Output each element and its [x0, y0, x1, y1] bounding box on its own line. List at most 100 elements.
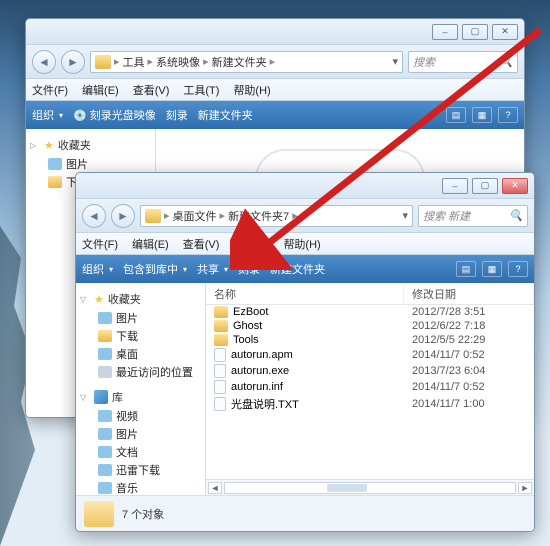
file-date: 2012/6/22 7:18 [404, 320, 534, 332]
sidebar-favorites-header[interactable]: ★收藏夹 [30, 135, 151, 155]
folder-icon [214, 334, 228, 346]
content-front: 名称 修改日期 EzBoot2012/7/28 3:51Ghost 2012/6/… [206, 283, 534, 495]
sidebar-favorites-header[interactable]: ★收藏夹 [80, 289, 201, 309]
file-row[interactable]: 光盘说明.TXT 2014/11/7 1:00 [206, 395, 534, 413]
close-button[interactable]: ✕ [502, 178, 528, 194]
file-icon [214, 397, 226, 411]
file-date: 2013/7/23 6:04 [404, 365, 534, 377]
maximize-button[interactable]: ▢ [472, 178, 498, 194]
menu-view[interactable]: 查看(V) [183, 236, 220, 252]
menu-edit[interactable]: 编辑(E) [82, 82, 119, 98]
view-options-icon[interactable]: ▤ [456, 261, 476, 277]
nav-bar-front: ◄ ► ▸ 桌面文件 ▸ 新建文件夹7 ▸ ▾ 搜索 新建 🔍 [76, 199, 534, 233]
menu-help[interactable]: 帮助(H) [233, 82, 270, 98]
item-icon [98, 330, 112, 342]
menu-file[interactable]: 文件(F) [82, 236, 118, 252]
file-row[interactable]: autorun.exe2013/7/23 6:04 [206, 363, 534, 379]
file-icon [214, 364, 226, 378]
scroll-left-icon[interactable]: ◄ [208, 482, 222, 494]
back-button[interactable]: ◄ [82, 204, 106, 228]
burn-image-button[interactable]: 💿 刻录光盘映像 [73, 107, 156, 123]
scroll-track[interactable] [224, 482, 516, 494]
sidebar-item[interactable]: 图片 [98, 309, 201, 327]
file-date: 2012/5/5 22:29 [404, 334, 534, 346]
new-folder-button[interactable]: 新建文件夹 [270, 261, 325, 277]
titlebar-back[interactable]: – ▢ ✕ [26, 19, 524, 45]
burn-button[interactable]: 刻录 [166, 107, 188, 123]
pictures-icon [48, 158, 62, 170]
crumb-part[interactable]: 新建文件夹7 [228, 208, 289, 224]
search-input-back[interactable]: 搜索 🔍 [408, 51, 518, 73]
sidebar-item-label: 图片 [116, 426, 138, 442]
file-row[interactable]: autorun.inf2014/11/7 0:52 [206, 379, 534, 395]
search-icon: 🔍 [499, 55, 513, 68]
file-date: 2014/11/7 1:00 [404, 398, 534, 410]
view-options-icon[interactable]: ▤ [446, 107, 466, 123]
close-button[interactable]: ✕ [492, 24, 518, 40]
nav-bar-back: ◄ ► ▸ 工具 ▸ 系统映像 ▸ 新建文件夹 ▸ ▾ 搜索 🔍 [26, 45, 524, 79]
crumb-part[interactable]: 桌面文件 [173, 208, 217, 224]
preview-pane-icon[interactable]: ▦ [482, 261, 502, 277]
file-row[interactable]: Ghost 2012/6/22 7:18 [206, 319, 534, 333]
menu-file[interactable]: 文件(F) [32, 82, 68, 98]
folder-icon [214, 306, 228, 318]
preview-pane-icon[interactable]: ▦ [472, 107, 492, 123]
sidebar-item[interactable]: 视频 [98, 407, 201, 425]
toolbar-front: 组织 包含到库中 共享 刻录 新建文件夹 ▤ ▦ ? [76, 255, 534, 283]
new-folder-button[interactable]: 新建文件夹 [198, 107, 253, 123]
forward-button[interactable]: ► [111, 204, 135, 228]
file-row[interactable]: Tools2012/5/5 22:29 [206, 333, 534, 347]
sidebar-item-pictures[interactable]: 图片 [48, 155, 151, 173]
sidebar-front: ★收藏夹 图片下载桌面最近访问的位置 库 视频图片文档迅雷下载音乐 [76, 283, 206, 495]
menu-help[interactable]: 帮助(H) [283, 236, 320, 252]
sidebar-item[interactable]: 下载 [98, 327, 201, 345]
file-row[interactable]: EzBoot2012/7/28 3:51 [206, 305, 534, 319]
scroll-thumb[interactable] [327, 484, 367, 492]
file-row[interactable]: autorun.apm2014/11/7 0:52 [206, 347, 534, 363]
file-name: 光盘说明.TXT [231, 396, 299, 412]
folder-icon [145, 209, 161, 223]
crumb-part[interactable]: 工具 [123, 54, 145, 70]
menu-edit[interactable]: 编辑(E) [132, 236, 169, 252]
minimize-button[interactable]: – [442, 178, 468, 194]
menu-view[interactable]: 查看(V) [133, 82, 170, 98]
back-button[interactable]: ◄ [32, 50, 56, 74]
file-date: 2014/11/7 0:52 [404, 349, 534, 361]
horizontal-scrollbar[interactable]: ◄ ► [206, 479, 534, 495]
organize-button[interactable]: 组织 [32, 107, 63, 123]
libraries-label: 库 [112, 389, 123, 405]
file-list[interactable]: EzBoot2012/7/28 3:51Ghost 2012/6/22 7:18T… [206, 305, 534, 479]
sidebar-item[interactable]: 桌面 [98, 345, 201, 363]
column-name[interactable]: 名称 [206, 283, 404, 304]
search-input-front[interactable]: 搜索 新建 🔍 [418, 205, 528, 227]
breadcrumb-back[interactable]: ▸ 工具 ▸ 系统映像 ▸ 新建文件夹 ▸ ▾ [90, 51, 403, 73]
column-date[interactable]: 修改日期 [404, 283, 534, 304]
crumb-dropdown-icon[interactable]: ▾ [402, 209, 408, 222]
sidebar-item[interactable]: 最近访问的位置 [98, 363, 201, 381]
include-library-button[interactable]: 包含到库中 [123, 261, 187, 277]
scroll-right-icon[interactable]: ► [518, 482, 532, 494]
minimize-button[interactable]: – [432, 24, 458, 40]
sidebar-libraries-header[interactable]: 库 [80, 387, 201, 407]
menu-tools[interactable]: 工具(T) [233, 236, 269, 252]
crumb-part[interactable]: 系统映像 [156, 54, 200, 70]
sidebar-item[interactable]: 迅雷下载 [98, 461, 201, 479]
sidebar-item-label: 图片 [116, 310, 138, 326]
burn-button[interactable]: 刻录 [238, 261, 260, 277]
file-name: Ghost [233, 320, 262, 332]
menu-tools[interactable]: 工具(T) [183, 82, 219, 98]
breadcrumb-front[interactable]: ▸ 桌面文件 ▸ 新建文件夹7 ▸ ▾ [140, 205, 413, 227]
maximize-button[interactable]: ▢ [462, 24, 488, 40]
help-icon[interactable]: ? [498, 107, 518, 123]
sidebar-item[interactable]: 图片 [98, 425, 201, 443]
crumb-dropdown-icon[interactable]: ▾ [392, 55, 398, 68]
sidebar-item[interactable]: 音乐 [98, 479, 201, 495]
organize-button[interactable]: 组织 [82, 261, 113, 277]
titlebar-front[interactable]: – ▢ ✕ [76, 173, 534, 199]
share-button[interactable]: 共享 [197, 261, 228, 277]
item-icon [98, 366, 112, 378]
sidebar-item[interactable]: 文档 [98, 443, 201, 461]
forward-button[interactable]: ► [61, 50, 85, 74]
crumb-part[interactable]: 新建文件夹 [212, 54, 267, 70]
help-icon[interactable]: ? [508, 261, 528, 277]
